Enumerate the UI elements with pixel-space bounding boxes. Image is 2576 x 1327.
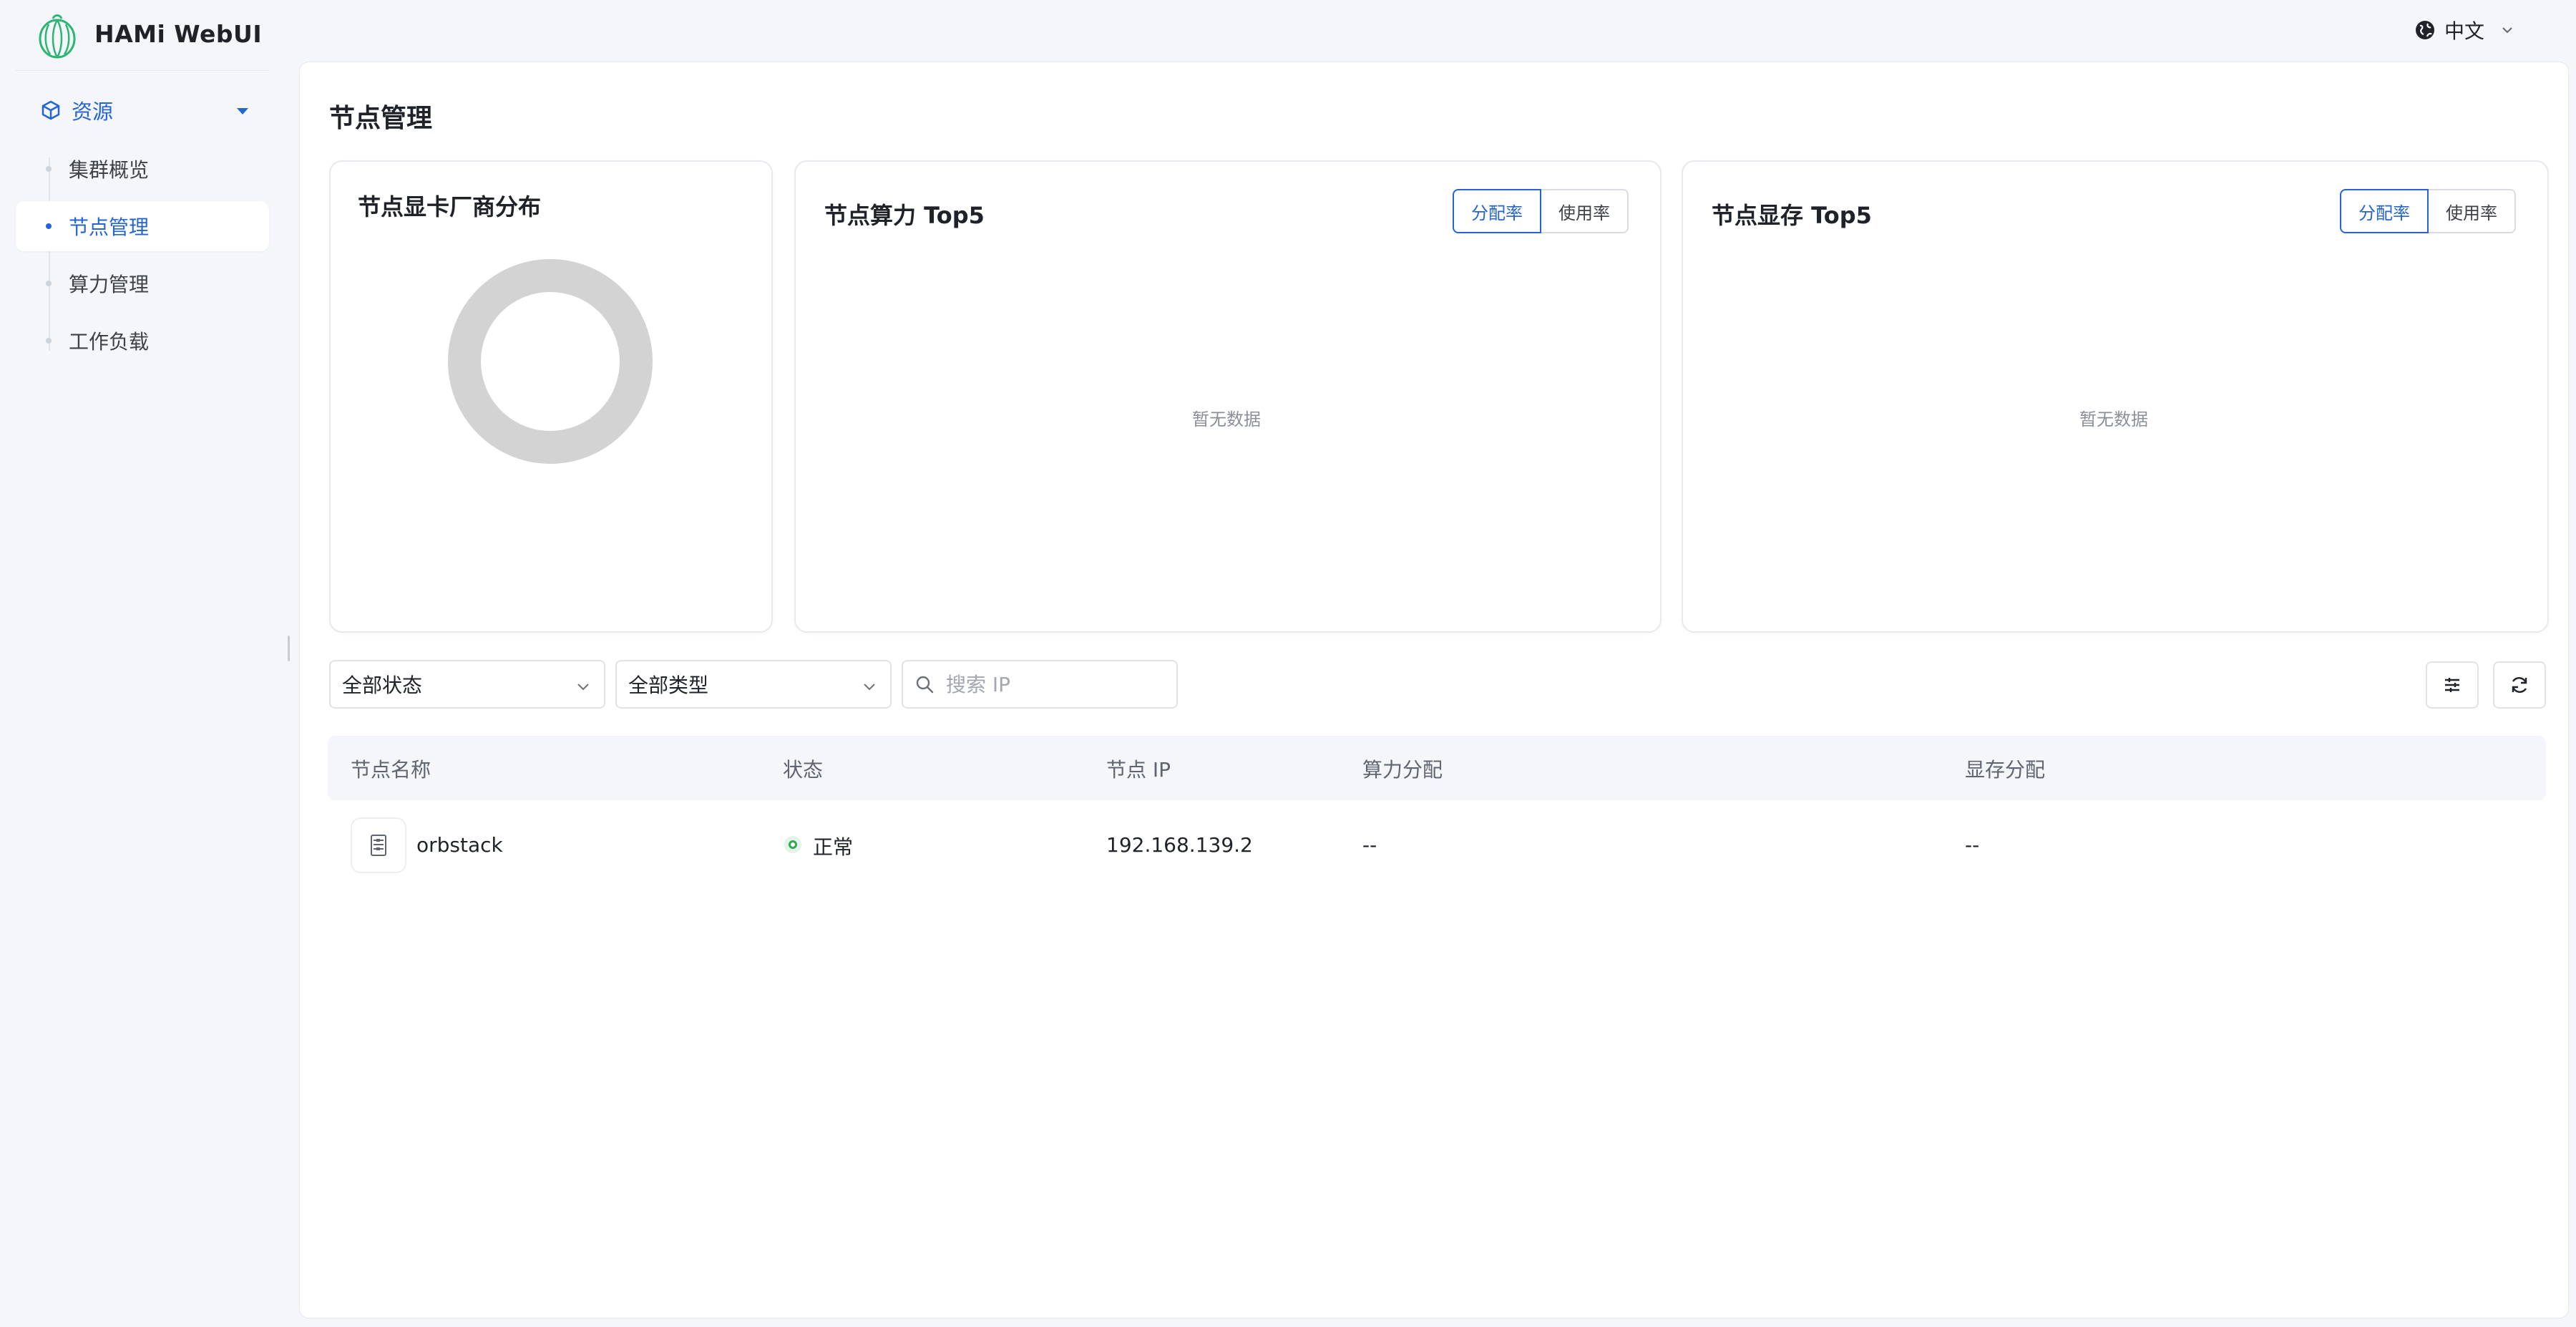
node-name-cell[interactable]: orbstack bbox=[416, 833, 503, 857]
language-switcher[interactable]: 中文 bbox=[2414, 16, 2514, 44]
caret-down-icon bbox=[237, 108, 248, 115]
chevron-down-icon bbox=[2502, 27, 2512, 34]
sidebar-item-workloads[interactable]: 工作负载 bbox=[16, 316, 269, 366]
memory-top5-toggle: 分配率 使用率 bbox=[2340, 189, 2516, 233]
type-filter-select[interactable]: 全部类型 bbox=[615, 660, 892, 709]
status-filter-select[interactable]: 全部状态 bbox=[329, 660, 605, 709]
compute-empty-text: 暂无数据 bbox=[1192, 409, 1261, 429]
sidebar-item-cluster-overview[interactable]: 集群概览 bbox=[16, 144, 269, 194]
memory-top5-title: 节点显存 Top5 bbox=[1712, 202, 1872, 229]
compute-alloc-tab[interactable]: 分配率 bbox=[1453, 189, 1541, 233]
memory-empty-text: 暂无数据 bbox=[2079, 409, 2148, 429]
column-header-status: 状态 bbox=[783, 758, 824, 782]
ip-search-box bbox=[902, 660, 1178, 709]
vendor-distribution-title: 节点显卡厂商分布 bbox=[358, 193, 542, 220]
sliders-icon bbox=[2445, 678, 2459, 692]
refresh-button[interactable] bbox=[2493, 661, 2546, 709]
sidebar-item-label: 算力管理 bbox=[69, 273, 150, 296]
vendor-donut-chart bbox=[448, 259, 653, 464]
sidebar-collapse-handle[interactable] bbox=[288, 636, 290, 661]
sidebar-divider bbox=[16, 70, 269, 71]
column-settings-button[interactable] bbox=[2426, 661, 2479, 709]
status-ok-icon bbox=[784, 836, 801, 853]
column-header-compute-alloc: 算力分配 bbox=[1362, 758, 1443, 782]
memory-alloc-tab[interactable]: 分配率 bbox=[2340, 189, 2429, 233]
globe-icon bbox=[2416, 21, 2434, 39]
refresh-icon bbox=[2512, 677, 2527, 693]
sidebar-item-dot bbox=[46, 281, 52, 286]
cube-icon bbox=[42, 100, 60, 120]
sidebar-item-node-management[interactable]: 节点管理 bbox=[16, 201, 269, 251]
search-icon bbox=[916, 676, 934, 694]
node-server-icon bbox=[351, 817, 406, 873]
memory-alloc-cell: -- bbox=[1965, 833, 1980, 857]
hami-logo-icon bbox=[39, 14, 76, 59]
compute-top5-title: 节点算力 Top5 bbox=[824, 202, 985, 229]
sidebar-item-dot bbox=[46, 166, 52, 172]
column-header-node-ip: 节点 IP bbox=[1106, 758, 1171, 782]
sidebar-group-resources[interactable]: 资源 bbox=[40, 96, 255, 125]
column-header-node-name: 节点名称 bbox=[351, 758, 431, 782]
compute-top5-toggle: 分配率 使用率 bbox=[1453, 189, 1629, 233]
sidebar-item-dot bbox=[46, 223, 52, 229]
sidebar-item-label: 工作负载 bbox=[69, 330, 150, 354]
node-ip-cell: 192.168.139.2 bbox=[1106, 833, 1253, 857]
column-header-memory-alloc: 显存分配 bbox=[1965, 758, 2046, 782]
compute-usage-tab[interactable]: 使用率 bbox=[1541, 189, 1629, 233]
sidebar-item-label: 节点管理 bbox=[69, 215, 150, 239]
chevron-down-icon bbox=[864, 684, 875, 691]
server-icon bbox=[371, 835, 386, 856]
sidebar-item-compute-management[interactable]: 算力管理 bbox=[16, 258, 269, 308]
ip-search-input[interactable] bbox=[945, 671, 1162, 697]
app-title: HAMi WebUI bbox=[94, 20, 263, 48]
sidebar-item-dot bbox=[46, 338, 52, 344]
compute-alloc-cell: -- bbox=[1362, 833, 1377, 857]
memory-usage-tab[interactable]: 使用率 bbox=[2429, 189, 2516, 233]
sidebar-item-label: 集群概览 bbox=[69, 158, 150, 182]
language-label: 中文 bbox=[2444, 19, 2485, 43]
type-filter-value: 全部类型 bbox=[628, 674, 709, 697]
node-status-cell: 正常 bbox=[813, 835, 854, 859]
sidebar-group-label: 资源 bbox=[72, 99, 114, 124]
status-filter-value: 全部状态 bbox=[342, 674, 423, 697]
chevron-down-icon bbox=[577, 684, 589, 691]
page-title: 节点管理 bbox=[329, 104, 433, 133]
